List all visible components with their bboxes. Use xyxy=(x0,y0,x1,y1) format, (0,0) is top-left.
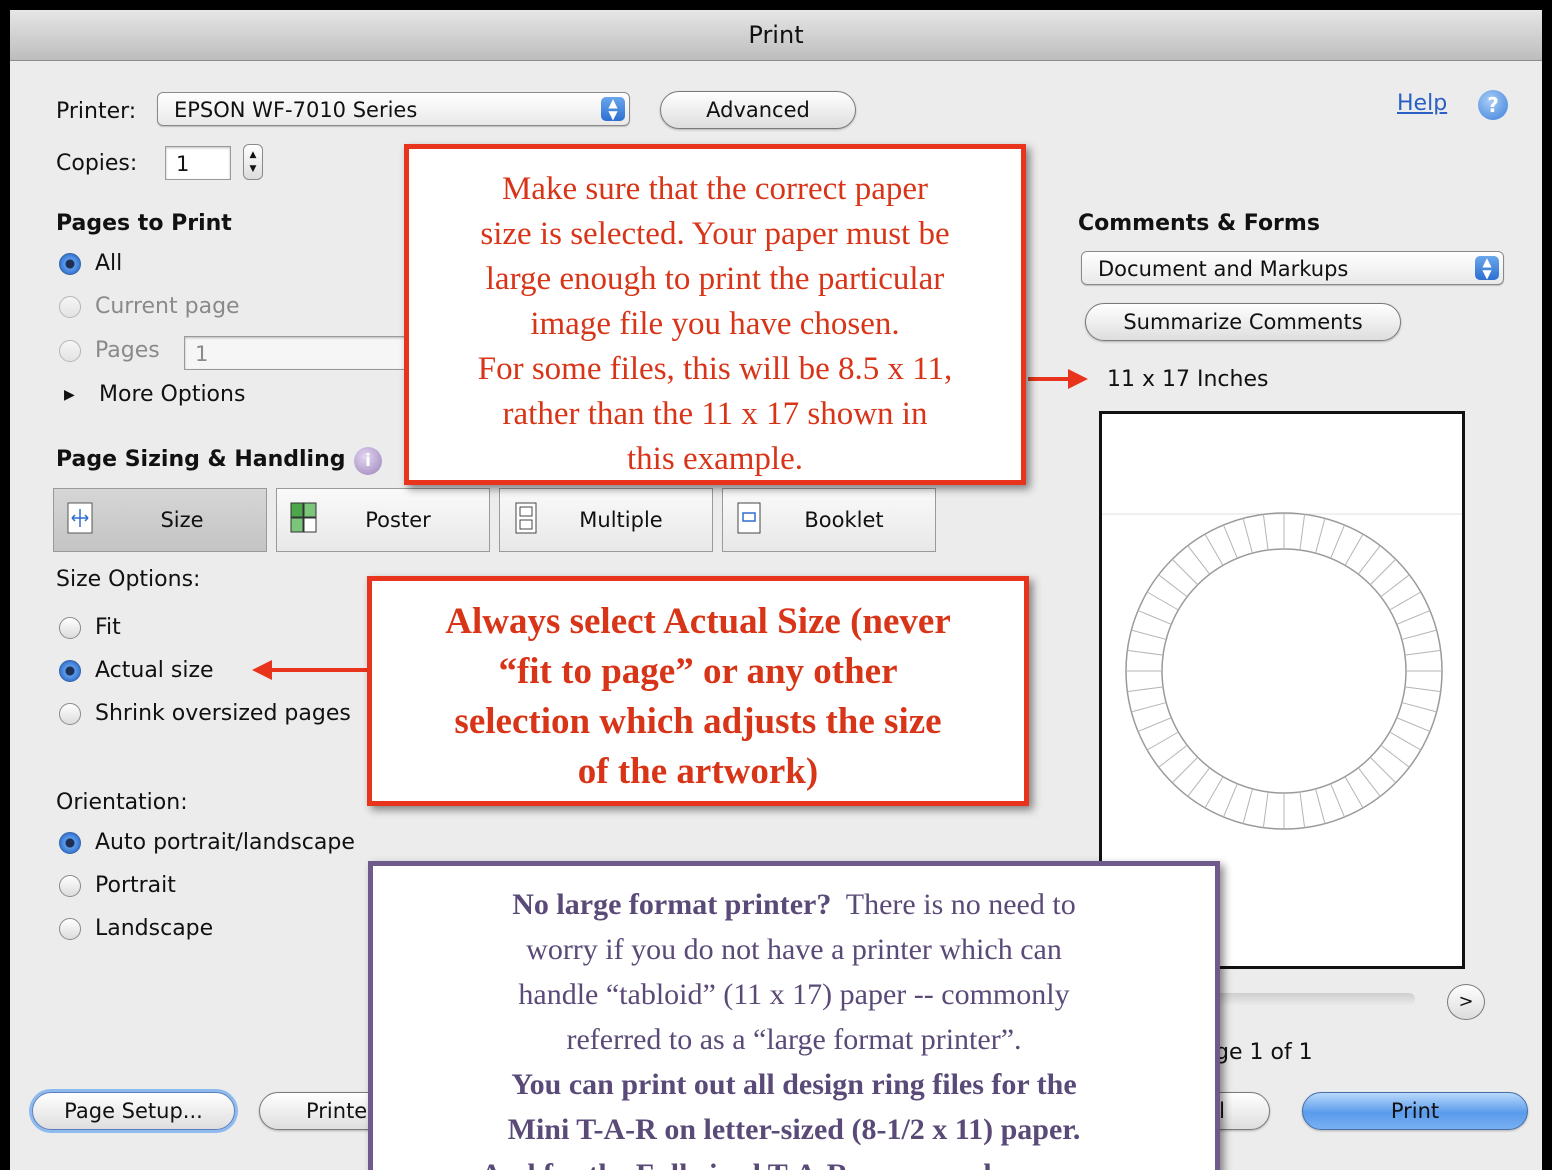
callout-line: selection which adjusts the size xyxy=(454,701,942,742)
callout-line: Always select Actual Size (never xyxy=(445,601,951,642)
actual-size-callout: Always select Actual Size (never “fit to… xyxy=(367,576,1029,806)
paper-size-callout: Make sure that the correct paper size is… xyxy=(404,144,1026,485)
callout-line: image file you have chosen. xyxy=(530,306,900,342)
large-format-callout: No large format printer? There is no nee… xyxy=(368,861,1220,1170)
callout-line: large enough to print the particular xyxy=(485,261,945,297)
callout-line: referred to as a “large format printer”. xyxy=(566,1023,1022,1056)
callout-line: handle “tabloid” (11 x 17) paper -- comm… xyxy=(518,978,1070,1011)
callout-line: For some files, this will be 8.5 x 11, xyxy=(477,351,953,387)
callout-emphasis: No large format printer? xyxy=(512,888,832,921)
callout-line: worry if you do not have a printer which… xyxy=(526,933,1062,966)
callout-line: of the artwork) xyxy=(577,751,819,792)
callout-line: And for the Full-sized T-A-R, you can ch… xyxy=(373,1152,1215,1170)
callout-text: There is no need to xyxy=(831,888,1076,921)
callout-line: “fit to page” or any other xyxy=(498,651,898,692)
callout-line: rather than the 11 x 17 shown in xyxy=(502,396,928,432)
print-dialog: Print Printer: EPSON WF-7010 Series ▲ ▼ A… xyxy=(10,10,1542,1170)
arrow-left-icon xyxy=(252,660,272,680)
callout-line: You can print out all design ring files … xyxy=(511,1068,1077,1101)
arrow-right-icon xyxy=(1068,369,1088,389)
callout-line: Make sure that the correct paper xyxy=(501,171,929,207)
callout-line: Mini T-A-R on letter-sized (8-1/2 x 11) … xyxy=(507,1113,1081,1146)
callout-line: size is selected. Your paper must be xyxy=(480,216,950,252)
callout-line: No large format printer? There is no nee… xyxy=(373,882,1215,927)
callout-line: this example. xyxy=(627,441,803,477)
